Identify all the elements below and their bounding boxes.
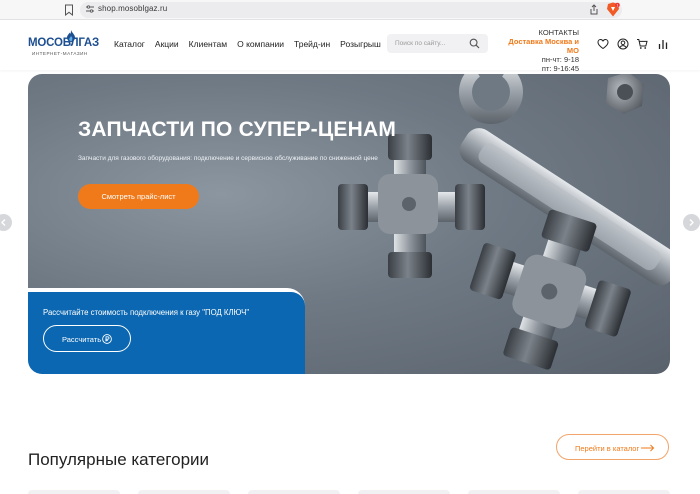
nav-item-giveaway[interactable]: Розыгрыш	[340, 39, 381, 49]
calculate-button[interactable]: Рассчитать	[43, 325, 131, 352]
tune-icon[interactable]	[85, 4, 95, 14]
cart-icon[interactable]	[636, 38, 648, 50]
slider-prev-button[interactable]	[0, 214, 12, 231]
site-header: МОСОБЛГАЗ ИНТЕРНЕТ-МАГАЗИН Каталог Акции…	[0, 20, 700, 73]
hours-weekdays: пн-чт: 9-18	[541, 55, 579, 64]
logo-subtitle: ИНТЕРНЕТ-МАГАЗИН	[32, 51, 88, 56]
search-input[interactable]: Поиск по сайту...	[387, 34, 488, 53]
calculate-button-label: Рассчитать	[62, 335, 102, 344]
delivery-link[interactable]: Доставка Москва и МО	[497, 37, 579, 55]
nav-item-about[interactable]: О компании	[237, 39, 284, 49]
ruble-icon	[102, 334, 112, 344]
calc-description: Рассчитайте стоимость подключения к газу…	[43, 308, 250, 317]
chevron-left-icon	[1, 219, 6, 226]
hero-banner: ЗАПЧАСТИ ПО СУПЕР-ЦЕНАМ Запчасти для газ…	[28, 74, 670, 374]
slider-next-button[interactable]	[683, 214, 700, 231]
svg-text:1: 1	[617, 4, 619, 8]
chevron-right-icon	[689, 219, 694, 226]
logo[interactable]: МОСОБЛГАЗ ИНТЕРНЕТ-МАГАЗИН	[28, 30, 99, 62]
category-card[interactable]	[358, 490, 450, 494]
nav-item-catalog[interactable]: Каталог	[114, 39, 145, 49]
url-text: shop.mosoblgaz.ru	[98, 4, 168, 13]
main-nav: Каталог Акции Клиентам О компании Трейд-…	[114, 39, 391, 49]
category-card[interactable]	[248, 490, 340, 494]
go-to-catalog-button[interactable]: Перейти в каталог	[556, 434, 669, 460]
share-icon[interactable]	[589, 4, 599, 15]
category-card[interactable]	[28, 490, 120, 494]
browser-toolbar: shop.mosoblgaz.ru 1	[0, 0, 700, 20]
heart-icon[interactable]	[597, 38, 609, 50]
contacts-link[interactable]: КОНТАКТЫ	[497, 28, 579, 37]
hero-subtitle: Запчасти для газового оборудования: подк…	[78, 155, 378, 162]
brave-shield-icon[interactable]: 1	[606, 2, 620, 17]
contacts-block: КОНТАКТЫ Доставка Москва и МО пн-чт: 9-1…	[497, 28, 579, 73]
arrow-right-icon	[641, 444, 655, 452]
hours-friday: пт: 9-16:45	[541, 64, 579, 73]
nav-item-promotions[interactable]: Акции	[155, 39, 179, 49]
category-card[interactable]	[468, 490, 560, 494]
go-to-catalog-label: Перейти в каталог	[575, 444, 640, 453]
calc-panel: Рассчитайте стоимость подключения к газу…	[28, 288, 305, 374]
category-cards-row	[28, 490, 670, 494]
compare-icon[interactable]	[657, 38, 669, 50]
nav-item-trade-in[interactable]: Трейд-ин	[294, 39, 330, 49]
nav-item-clients[interactable]: Клиентам	[189, 39, 227, 49]
price-list-button[interactable]: Смотреть прайс-лист	[78, 184, 199, 209]
hero-title: ЗАПЧАСТИ ПО СУПЕР-ЦЕНАМ	[78, 118, 397, 141]
gas-connection-calculator: Рассчитайте стоимость подключения к газу…	[28, 292, 305, 374]
popular-categories-title: Популярные категории	[28, 450, 210, 469]
search-icon[interactable]	[469, 38, 480, 49]
bookmark-icon[interactable]	[64, 4, 74, 16]
category-card[interactable]	[578, 490, 670, 494]
logo-wordmark: МОСОБЛГАЗ	[28, 37, 100, 49]
category-card[interactable]	[138, 490, 230, 494]
user-icon[interactable]	[617, 38, 629, 50]
search-placeholder: Поиск по сайту...	[395, 40, 446, 47]
